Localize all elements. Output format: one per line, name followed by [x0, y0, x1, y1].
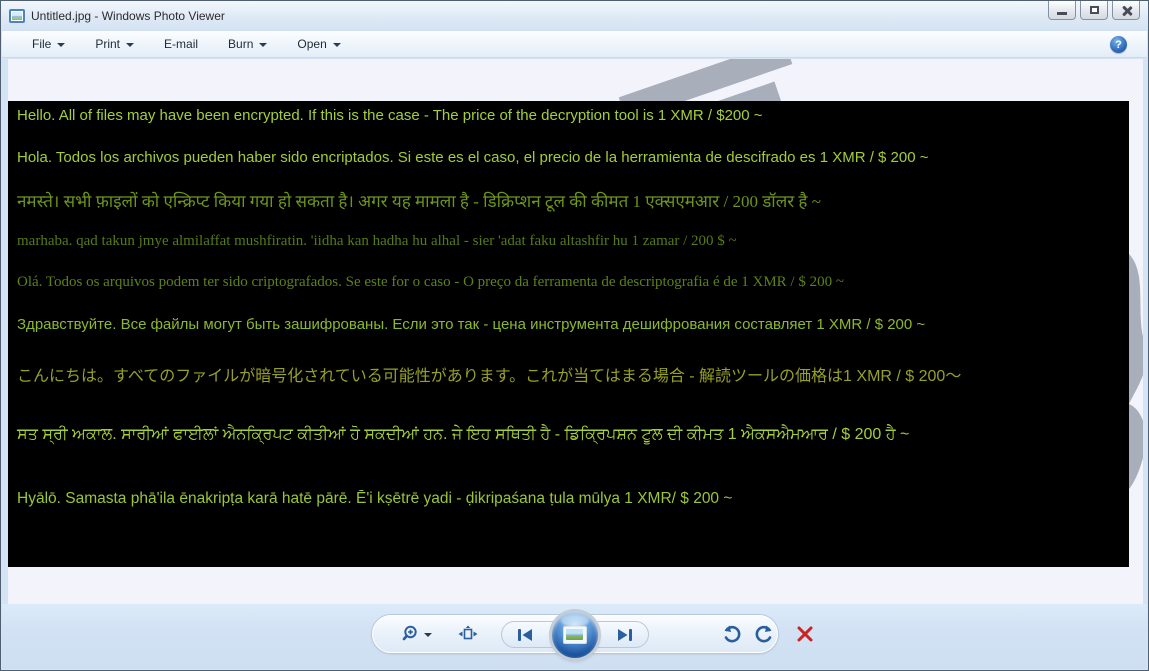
- rotate-clockwise-button[interactable]: [754, 624, 774, 644]
- close-button[interactable]: [1112, 1, 1140, 20]
- menu-open-label: Open: [297, 37, 326, 51]
- play-slideshow-icon: [563, 626, 587, 644]
- bottom-chrome: [2, 604, 1147, 669]
- restore-icon: [1090, 6, 1099, 14]
- restore-button[interactable]: [1080, 1, 1108, 20]
- previous-icon: [516, 628, 534, 642]
- rotate-clockwise-icon: [754, 624, 774, 644]
- menu-file-label: File: [32, 37, 51, 51]
- rotate-counterclockwise-icon: [722, 624, 742, 644]
- viewer-toolbar: [372, 615, 778, 653]
- note-line: नमस्ते। सभी फ़ाइलों को एन्क्रिप्ट किया ग…: [17, 189, 821, 212]
- menu-open[interactable]: Open: [285, 34, 352, 54]
- menu-bar: File Print E-mail Burn Open ?: [2, 31, 1147, 58]
- next-icon: [616, 628, 634, 642]
- note-line: Здравствуйте. Все файлы могут быть зашиф…: [17, 316, 925, 333]
- delete-icon: [796, 625, 814, 643]
- chevron-down-icon: [333, 43, 341, 47]
- play-slideshow-button[interactable]: [552, 612, 598, 658]
- photo-canvas: Hello. All of files may have been encryp…: [8, 59, 1143, 606]
- close-icon: [1121, 5, 1132, 16]
- note-line: marhaba. qad takun jmye almilaffat mushf…: [17, 233, 737, 250]
- menu-email[interactable]: E-mail: [152, 34, 210, 54]
- minimize-icon: [1057, 12, 1067, 15]
- window-controls: [1048, 1, 1140, 20]
- zoom-button[interactable]: [401, 624, 432, 644]
- actual-size-icon: [458, 625, 478, 643]
- rotate-counterclockwise-button[interactable]: [722, 624, 742, 644]
- help-icon[interactable]: ?: [1110, 36, 1127, 53]
- menu-burn-label: Burn: [228, 37, 253, 51]
- zoom-icon: [401, 624, 421, 644]
- note-line: こんにちは。すべてのファイルが暗号化されている可能性があります。これが当てはまる…: [17, 362, 961, 386]
- actual-size-button[interactable]: [458, 625, 478, 643]
- chevron-down-icon: [57, 43, 65, 47]
- chevron-down-icon: [259, 43, 267, 47]
- delete-button[interactable]: [796, 625, 814, 643]
- window-title: Untitled.jpg - Windows Photo Viewer: [31, 9, 225, 23]
- menu-file[interactable]: File: [20, 34, 77, 54]
- note-line: Hello. All of files may have been encryp…: [17, 107, 763, 124]
- note-line: Olá. Todos os arquivos podem ter sido cr…: [17, 274, 844, 291]
- menu-email-label: E-mail: [164, 37, 198, 51]
- menu-print[interactable]: Print: [83, 34, 146, 54]
- note-line: ਸਤ ਸ੍ਰੀ ਅਕਾਲ. ਸਾਰੀਆਂ ਫਾਈਲਾਂ ਐਨਕ੍ਰਿਪਟ ਕੀਤ…: [17, 426, 909, 444]
- previous-button[interactable]: [516, 628, 534, 642]
- chevron-down-icon: [126, 43, 134, 47]
- next-button[interactable]: [616, 628, 634, 642]
- photo-viewer-app-icon: [9, 9, 25, 23]
- navigation-group: [501, 621, 649, 648]
- note-line: Hola. Todos los archivos pueden haber si…: [17, 149, 929, 166]
- menu-burn[interactable]: Burn: [216, 34, 279, 54]
- note-line: Hyālō. Samasta phā'ila ēnakripṭa karā ha…: [17, 490, 732, 508]
- ransom-note-image: Hello. All of files may have been encryp…: [8, 101, 1129, 567]
- menu-print-label: Print: [95, 37, 120, 51]
- photo-viewer-window: Untitled.jpg - Windows Photo Viewer File…: [0, 0, 1149, 671]
- chevron-down-icon: [424, 633, 432, 637]
- minimize-button[interactable]: [1048, 1, 1076, 20]
- title-bar: Untitled.jpg - Windows Photo Viewer: [1, 1, 1148, 31]
